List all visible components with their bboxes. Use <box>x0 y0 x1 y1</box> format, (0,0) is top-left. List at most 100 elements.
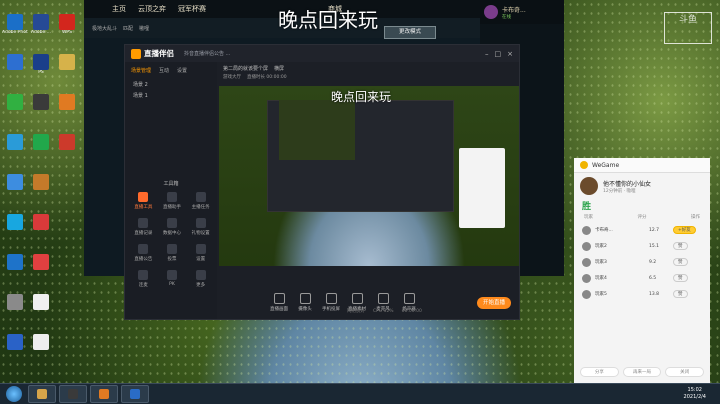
app-icon <box>7 254 23 270</box>
preview-duration: 直播时长 00:00:00 <box>247 75 287 80</box>
preview-area: 第二局的就该要个屏 横屏 游戏大厅 直播时长 00:00:00 晚点回来玩 直播… <box>219 62 519 319</box>
app-icon <box>59 54 75 70</box>
minimize-icon[interactable]: – <box>485 50 489 58</box>
tool-item[interactable]: 设置 <box>186 244 215 262</box>
desktop-icon[interactable] <box>28 134 54 170</box>
match-player-name: 他不懂你的小仙女 <box>603 180 652 188</box>
tool-label: 投票 <box>167 257 177 262</box>
announcement[interactable]: 抖音直播伴侣公告 ... <box>184 50 485 57</box>
taskbar-app[interactable] <box>90 385 118 403</box>
taskbar-app[interactable] <box>28 385 56 403</box>
desktop-icon[interactable] <box>28 214 54 250</box>
tool-item[interactable]: 礼物设置 <box>186 218 215 236</box>
preview-category: 游戏大厅 <box>223 75 241 80</box>
player-status: 在线 <box>502 14 511 20</box>
desktop-icon-label: WPS <box>61 30 73 35</box>
desktop-icon[interactable] <box>28 254 54 290</box>
tool-label: 直播公告 <box>134 257 153 262</box>
desktop-icon[interactable] <box>2 134 28 170</box>
preview-screen[interactable]: 晚点回来玩 <box>219 86 519 266</box>
share-button[interactable]: 分享 <box>580 367 619 377</box>
row-player-name: 卡布奇... <box>595 228 613 233</box>
tool-item[interactable]: 直播记录 <box>129 218 158 236</box>
desktop-icon[interactable] <box>54 134 80 170</box>
maximize-icon[interactable]: □ <box>495 50 502 58</box>
preview-overlay-text: 晚点回来玩 <box>331 90 392 104</box>
change-mode-button[interactable]: 更改模式 <box>384 26 436 39</box>
watermark-logo: 斗鱼 <box>664 12 712 44</box>
tool-item[interactable]: PK <box>158 270 187 288</box>
nav-tft[interactable]: 云顶之弈 <box>138 4 166 14</box>
tool-icon <box>195 244 206 254</box>
row-action-button[interactable]: 赞 <box>673 242 688 250</box>
desktop-icon[interactable] <box>28 94 54 130</box>
scene-item[interactable]: 场景 2 <box>125 79 217 90</box>
desktop-icon[interactable] <box>2 174 28 210</box>
tool-label: 连麦 <box>138 283 148 288</box>
nav-cup[interactable]: 冠军杯赛 <box>178 4 206 14</box>
player-card[interactable]: 卡布奇... 在线 <box>480 0 564 24</box>
desktop-icon[interactable]: Adobe Photosho... <box>2 14 28 50</box>
app-icon <box>33 254 49 270</box>
desktop-icon[interactable] <box>28 294 54 330</box>
tab-settings[interactable]: 设置 <box>175 66 189 75</box>
row-action-button[interactable]: 赞 <box>673 274 688 282</box>
taskbar-app[interactable] <box>59 385 87 403</box>
system-clock[interactable]: 15:02 2021/2/4 <box>684 387 706 401</box>
app-icon <box>7 54 23 70</box>
play-again-button[interactable]: 再来一局 <box>622 367 662 377</box>
tool-item[interactable]: 更多 <box>186 270 215 288</box>
tool-item[interactable]: 数据中心 <box>158 218 187 236</box>
desktop-icon[interactable] <box>54 54 80 90</box>
desktop-icon-label: PS <box>38 70 44 75</box>
player-name: 卡布奇... <box>502 6 526 14</box>
desktop-icon[interactable] <box>28 174 54 210</box>
row-action-button[interactable]: 赞 <box>673 290 688 298</box>
tool-item[interactable]: 直播助手 <box>158 192 187 210</box>
desktop-icon[interactable] <box>2 254 28 290</box>
close-button[interactable]: 关闭 <box>665 367 705 377</box>
app-icon <box>33 134 49 150</box>
close-icon[interactable]: × <box>507 50 513 58</box>
tool-label: 数据中心 <box>162 231 181 236</box>
desktop-icon[interactable]: PS <box>28 54 54 90</box>
tool-label: 直播助手 <box>162 205 181 210</box>
desktop-icon[interactable] <box>28 334 54 370</box>
desktop-icon[interactable] <box>2 294 28 330</box>
desktop-icon[interactable]: Adobe ... <box>28 14 54 50</box>
app-icon <box>7 134 23 150</box>
app-icon <box>33 94 49 110</box>
tool-icon <box>195 218 206 228</box>
row-action-button[interactable]: 赞 <box>673 258 688 266</box>
tool-icon <box>166 218 177 228</box>
row-action-button[interactable]: +好友 <box>673 226 696 234</box>
desktop-icon[interactable] <box>54 94 80 130</box>
tool-item[interactable]: 投票 <box>158 244 187 262</box>
scene-item[interactable]: 场景 1 <box>125 90 217 101</box>
desktop-icon[interactable] <box>2 214 28 250</box>
desktop-icon[interactable] <box>2 334 28 370</box>
avatar <box>484 5 498 19</box>
desktop-icon[interactable] <box>2 54 28 90</box>
tool-item[interactable]: 直播工具 <box>129 192 158 210</box>
taskbar-app[interactable] <box>121 385 149 403</box>
orientation-tag[interactable]: 横屏 <box>274 65 284 72</box>
avatar <box>582 241 591 251</box>
nav-home[interactable]: 主页 <box>112 4 126 14</box>
avatar <box>580 177 598 195</box>
tool-label: 设置 <box>196 257 206 262</box>
tab-scenes[interactable]: 场景管理 <box>129 66 153 75</box>
app-icon <box>59 134 75 150</box>
tab-interact[interactable]: 互动 <box>157 66 171 75</box>
tool-item[interactable]: 连麦 <box>129 270 158 288</box>
desktop-icon[interactable] <box>2 94 28 130</box>
tool-label: 直播工具 <box>134 205 153 210</box>
app-icon <box>7 294 23 310</box>
mode-type: 匹配 <box>123 25 134 32</box>
start-button[interactable] <box>6 386 22 402</box>
app-icon <box>7 94 23 110</box>
tool-icon <box>138 244 149 254</box>
tool-item[interactable]: 主播任务 <box>186 192 215 210</box>
desktop-icon[interactable]: WPS <box>54 14 80 50</box>
tool-item[interactable]: 直播公告 <box>129 244 158 262</box>
